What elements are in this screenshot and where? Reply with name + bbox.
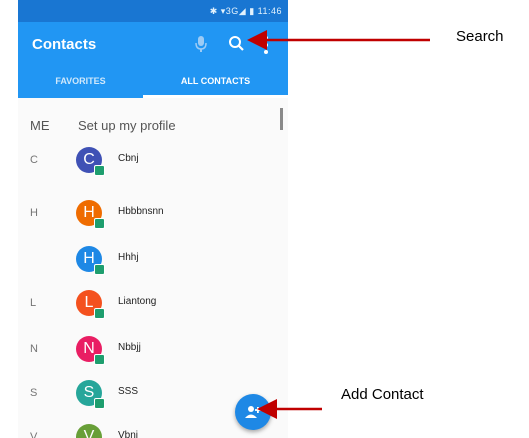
add-contact-annotation: Add Contact — [341, 386, 424, 403]
annotation-arrows — [247, 30, 430, 419]
search-annotation: Search — [456, 28, 504, 45]
